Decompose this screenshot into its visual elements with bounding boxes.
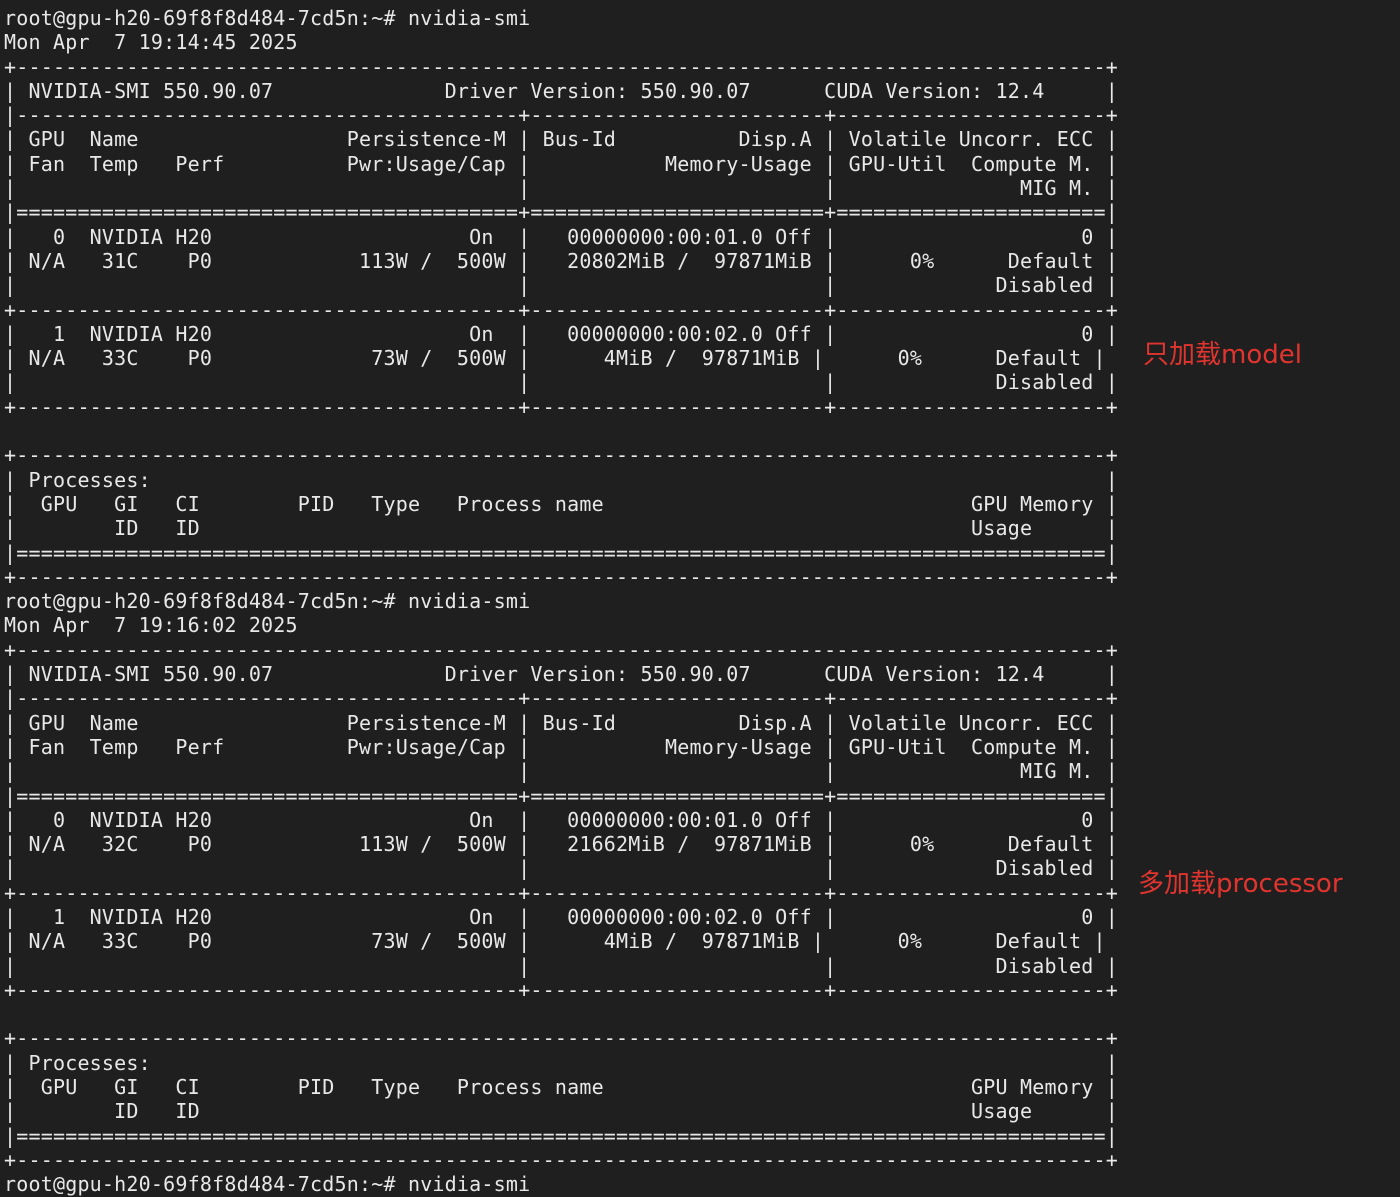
terminal-line: +---------------------------------------…	[4, 443, 1118, 468]
terminal-line: +---------------------------------------…	[4, 54, 1118, 79]
terminal-line: +---------------------------------------…	[4, 1026, 1118, 1051]
terminal-line: | GPU Name Persistence-M | Bus-Id Disp.A…	[4, 127, 1118, 152]
terminal-line: | GPU GI CI PID Type Process name GPU Me…	[4, 1075, 1118, 1100]
terminal-line: | Fan Temp Perf Pwr:Usage/Cap | Memory-U…	[4, 151, 1118, 176]
terminal-line: | NVIDIA-SMI 550.90.07 Driver Version: 5…	[4, 78, 1118, 103]
terminal-line: +---------------------------------------…	[4, 977, 1118, 1002]
terminal-line: | ID ID Usage |	[4, 1099, 1118, 1124]
terminal-line: | N/A 33C P0 73W / 500W | 4MiB / 97871Mi…	[4, 929, 1106, 954]
terminal-line: | | | Disabled |	[4, 273, 1118, 298]
terminal-line: | 1 NVIDIA H20 On | 00000000:00:02.0 Off…	[4, 321, 1118, 346]
terminal-line: +---------------------------------------…	[4, 637, 1118, 662]
terminal-line: +---------------------------------------…	[4, 394, 1118, 419]
terminal-line: root@gpu-h20-69f8f8d484-7cd5n:~# nvidia-…	[4, 589, 531, 614]
terminal-line: | 1 NVIDIA H20 On | 00000000:00:02.0 Off…	[4, 904, 1118, 929]
terminal-line: | | | MIG M. |	[4, 759, 1118, 784]
terminal-line: |=======================================…	[4, 1123, 1118, 1148]
terminal-line: | | | Disabled |	[4, 856, 1118, 881]
terminal-line: | | | MIG M. |	[4, 176, 1118, 201]
terminal-line: | Processes: |	[4, 1050, 1118, 1075]
terminal-line: +---------------------------------------…	[4, 564, 1118, 589]
terminal-line: |=======================================…	[4, 200, 1118, 225]
terminal-line: | 0 NVIDIA H20 On | 00000000:00:01.0 Off…	[4, 224, 1118, 249]
terminal-line: | N/A 32C P0 113W / 500W | 21662MiB / 97…	[4, 832, 1118, 857]
terminal-line: | N/A 33C P0 73W / 500W | 4MiB / 97871Mi…	[4, 346, 1106, 371]
terminal-line: | ID ID Usage |	[4, 516, 1118, 541]
terminal-line: | NVIDIA-SMI 550.90.07 Driver Version: 5…	[4, 662, 1118, 687]
annotation-plus-processor: 多加载processor	[1138, 869, 1343, 899]
terminal-line: |=======================================…	[4, 540, 1118, 565]
terminal-line: |---------------------------------------…	[4, 103, 1118, 128]
terminal-line: +---------------------------------------…	[4, 297, 1118, 322]
terminal-line: Mon Apr 7 19:14:45 2025	[4, 30, 298, 55]
terminal-line: | GPU Name Persistence-M | Bus-Id Disp.A…	[4, 710, 1118, 735]
terminal-line: Mon Apr 7 19:16:02 2025	[4, 613, 298, 638]
terminal-line: | N/A 31C P0 113W / 500W | 20802MiB / 97…	[4, 248, 1118, 273]
terminal-line: | | | Disabled |	[4, 953, 1118, 978]
terminal-output[interactable]: root@gpu-h20-69f8f8d484-7cd5n:~# nvidia-…	[4, 6, 1118, 1197]
terminal-line: root@gpu-h20-69f8f8d484-7cd5n:~# nvidia-…	[4, 1172, 531, 1197]
terminal-line: | GPU GI CI PID Type Process name GPU Me…	[4, 491, 1118, 516]
terminal-line: | 0 NVIDIA H20 On | 00000000:00:01.0 Off…	[4, 807, 1118, 832]
terminal-line: | Fan Temp Perf Pwr:Usage/Cap | Memory-U…	[4, 734, 1118, 759]
terminal-line: |---------------------------------------…	[4, 686, 1118, 711]
terminal-line: +---------------------------------------…	[4, 880, 1118, 905]
terminal-line: |=======================================…	[4, 783, 1118, 808]
terminal-line: root@gpu-h20-69f8f8d484-7cd5n:~# nvidia-…	[4, 6, 531, 30]
terminal-line: | | | Disabled |	[4, 370, 1118, 395]
annotation-model-only: 只加载model	[1143, 340, 1302, 370]
terminal-line: +---------------------------------------…	[4, 1147, 1118, 1172]
terminal-line: | Processes: |	[4, 467, 1118, 492]
